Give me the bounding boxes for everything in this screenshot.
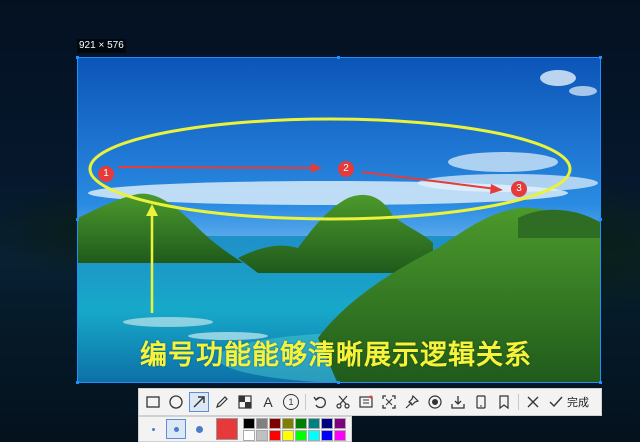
arrow-icon: [193, 396, 205, 408]
checkmark-icon: [546, 392, 566, 412]
number-tool[interactable]: 1: [281, 392, 301, 412]
download-icon: [451, 396, 465, 409]
cancel-button[interactable]: [523, 392, 543, 412]
color-swatch[interactable]: [256, 417, 268, 429]
done-button[interactable]: 完成: [546, 392, 589, 412]
resize-handle[interactable]: [599, 381, 602, 384]
stroke-size-small[interactable]: [143, 419, 163, 439]
color-swatch[interactable]: [269, 429, 281, 441]
arrow-tool[interactable]: [189, 392, 209, 412]
color-swatch[interactable]: [282, 429, 294, 441]
bookmark-icon: [499, 395, 509, 410]
color-swatch[interactable]: [321, 417, 333, 429]
download-tool[interactable]: [448, 392, 468, 412]
mosaic-icon: [238, 395, 252, 409]
ellipse-icon: [169, 395, 183, 409]
pencil-icon: [216, 396, 228, 408]
mosaic-tool[interactable]: [235, 392, 255, 412]
capture-selection[interactable]: 1 2 3: [77, 57, 601, 383]
ocr-icon: [359, 395, 373, 408]
toolbar-divider: [305, 394, 306, 410]
crop-tool[interactable]: [379, 392, 399, 412]
color-swatch[interactable]: [308, 417, 320, 429]
color-swatch[interactable]: [295, 429, 307, 441]
ocr-tool[interactable]: [356, 392, 376, 412]
color-swatch[interactable]: [282, 417, 294, 429]
scissors-tool[interactable]: [333, 392, 353, 412]
resize-handle[interactable]: [76, 56, 79, 59]
ellipse-tool[interactable]: [166, 392, 186, 412]
number-marker[interactable]: 1: [98, 166, 114, 182]
record-tool[interactable]: [425, 392, 445, 412]
stroke-size-large[interactable]: [189, 419, 209, 439]
color-swatch[interactable]: [243, 417, 255, 429]
color-swatch[interactable]: [308, 429, 320, 441]
phone-tool[interactable]: [471, 392, 491, 412]
scissors-icon: [336, 395, 350, 409]
resize-handle[interactable]: [76, 218, 79, 221]
undo-icon: [313, 396, 326, 409]
rectangle-tool[interactable]: [143, 392, 163, 412]
color-swatch[interactable]: [334, 417, 346, 429]
stroke-size-medium[interactable]: [166, 419, 186, 439]
color-swatch[interactable]: [256, 429, 268, 441]
resize-handle[interactable]: [76, 381, 79, 384]
close-icon: [527, 396, 539, 408]
phone-icon: [476, 395, 486, 409]
pencil-tool[interactable]: [212, 392, 232, 412]
color-swatch[interactable]: [269, 417, 281, 429]
caption-text-annotation[interactable]: 编号功能能够清晰展示逻辑关系: [140, 338, 580, 372]
number-marker-icon: 1: [283, 394, 299, 410]
color-swatch[interactable]: [321, 429, 333, 441]
rectangle-icon: [146, 396, 160, 408]
resize-handle[interactable]: [599, 56, 602, 59]
text-icon: A: [263, 394, 273, 410]
bookmark-tool[interactable]: [494, 392, 514, 412]
color-swatch[interactable]: [243, 429, 255, 441]
current-color-swatch[interactable]: [216, 418, 238, 440]
undo-tool[interactable]: [310, 392, 330, 412]
pin-icon: [405, 394, 420, 409]
color-palette: [243, 417, 346, 441]
tool-options-bar: [138, 416, 352, 442]
done-label: 完成: [567, 397, 589, 409]
resize-handle[interactable]: [337, 381, 340, 384]
resize-handle[interactable]: [337, 56, 340, 59]
color-swatch[interactable]: [295, 417, 307, 429]
landscape-image: [78, 58, 600, 382]
text-tool[interactable]: A: [258, 392, 278, 412]
record-icon: [428, 395, 442, 409]
annotation-toolbar: A 1 完成: [138, 388, 602, 416]
crop-icon: [382, 395, 396, 409]
toolbar-divider: [518, 394, 519, 410]
resize-handle[interactable]: [599, 218, 602, 221]
selection-size-label: 921 × 576: [77, 39, 126, 53]
color-swatch[interactable]: [334, 429, 346, 441]
pin-tool[interactable]: [402, 392, 422, 412]
number-marker[interactable]: 2: [338, 161, 354, 177]
number-marker[interactable]: 3: [511, 181, 527, 197]
